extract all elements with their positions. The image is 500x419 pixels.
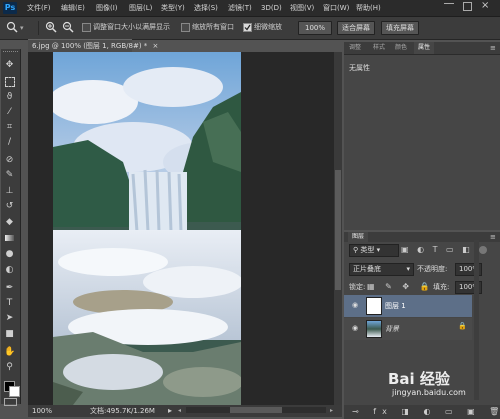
lock-label: 锁定: [349, 283, 366, 291]
horizontal-scroll-thumb[interactable] [230, 407, 282, 413]
toolbar-grip[interactable] [3, 51, 18, 54]
brush-tool-icon[interactable]: ✎ [4, 170, 15, 181]
background-layer-name[interactable]: 背景 [385, 324, 399, 334]
maximize-icon[interactable] [463, 2, 472, 11]
path-select-icon[interactable]: ➤ [4, 313, 15, 324]
quick-mask-icon[interactable] [4, 398, 17, 406]
vertical-scroll-thumb[interactable] [335, 170, 341, 290]
eyedropper-icon[interactable]: / [4, 137, 15, 148]
history-brush-icon[interactable]: ↺ [4, 201, 15, 212]
tab-adjustments[interactable]: 调整 [347, 42, 363, 54]
layers-footer-icons[interactable]: ⊸ fx ◨ ◐ ▭ ▣ 🗑 [352, 407, 500, 417]
layer-filter-dropdown[interactable]: ⚲ 类型 ▾ [349, 244, 399, 257]
zoom-all-checkbox[interactable] [181, 23, 190, 32]
move-tool-icon[interactable]: ✥ [4, 60, 15, 71]
opacity-label: 不透明度: [417, 265, 448, 273]
lock-icons[interactable]: ▦ ✎ ✥ 🔒 [367, 281, 434, 293]
zoom-icon[interactable] [6, 21, 18, 35]
close-icon[interactable]: × [153, 42, 159, 50]
lock-icon: 🔒 [458, 322, 467, 330]
eye-icon[interactable]: ◉ [352, 301, 358, 309]
layer-filter-value: 类型 [360, 246, 375, 254]
menu-layer[interactable]: 图层(L) [129, 2, 152, 14]
layers-panel-menu-icon[interactable]: ≡ [490, 233, 496, 241]
scroll-left-icon[interactable]: ◂ [178, 407, 182, 414]
blur-icon[interactable]: ● [4, 249, 15, 260]
healing-brush-icon[interactable]: ⊘ [4, 155, 15, 166]
lasso-tool-icon[interactable]: ϑ [4, 92, 15, 103]
status-doc-size: 文档:495.7K/1.26M [90, 407, 155, 415]
scroll-right-icon[interactable]: ▸ [330, 407, 334, 414]
menu-edit[interactable]: 编辑(E) [61, 2, 85, 14]
hand-tool-icon[interactable]: ✋ [4, 347, 15, 358]
zoom-tool-icon[interactable]: ⚲ [4, 362, 15, 373]
fit-screen-button[interactable]: 适合屏幕 [337, 21, 375, 35]
fill-screen-button[interactable]: 填充屏幕 [381, 21, 419, 35]
menu-image[interactable]: 图像(I) [96, 2, 118, 14]
tool-preset-arrow[interactable]: ▾ [20, 24, 24, 33]
fill-label: 填充: [433, 283, 450, 291]
marquee-tool-icon[interactable] [4, 76, 15, 87]
menu-3d[interactable]: 3D(D) [261, 2, 282, 14]
watermark-logo: Bai 经验 [388, 370, 450, 388]
zoom-out-icon[interactable] [62, 21, 74, 35]
tab-color[interactable]: 颜色 [393, 42, 409, 54]
tab-styles[interactable]: 样式 [371, 42, 387, 54]
document-tab[interactable]: 6.jpg @ 100% (图层 1, RGB/8#) * × [28, 39, 158, 53]
document-tab-title: 6.jpg @ 100% (图层 1, RGB/8#) * [32, 42, 148, 50]
panel-menu-icon[interactable]: ≡ [490, 44, 496, 52]
background-color-swatch[interactable] [9, 386, 20, 397]
tab-layers[interactable]: 图层 [348, 232, 368, 242]
menu-view[interactable]: 视图(V) [290, 2, 314, 14]
status-zoom[interactable]: 100% [32, 406, 52, 416]
properties-content: 无属性 [349, 64, 370, 72]
actual-pixels-button[interactable]: 100% [298, 21, 332, 35]
status-arrow-icon[interactable]: ▸ [168, 405, 172, 416]
menu-file[interactable]: 文件(F) [27, 2, 51, 14]
tab-properties[interactable]: 属性 [414, 42, 434, 54]
close-icon[interactable]: × [481, 0, 489, 12]
scrubby-zoom-label: 细微缩放 [254, 23, 282, 31]
zoom-all-label: 缩放所有窗口 [192, 23, 234, 31]
layers-scrollbar[interactable] [474, 240, 479, 400]
layer1-name[interactable]: 图层 1 [385, 301, 406, 311]
layer1-thumbnail [366, 297, 382, 315]
pen-tool-icon[interactable]: ✒ [4, 283, 15, 294]
layer-row-background[interactable] [344, 318, 472, 340]
waterfall-image [53, 52, 241, 405]
menu-window[interactable]: 窗口(W) [323, 2, 349, 14]
layer-filter-icons[interactable]: ▣ ◐ T ▭ ◧ [401, 244, 473, 255]
watermark-url: jingyan.baidu.com [392, 388, 466, 397]
menu-select[interactable]: 选择(S) [194, 2, 218, 14]
layer-row-layer1[interactable] [344, 295, 472, 317]
document-canvas[interactable] [53, 52, 241, 405]
background-thumbnail [366, 320, 382, 338]
blend-mode-value: 正片叠底 [353, 265, 381, 273]
eraser-icon[interactable]: ◆ [4, 217, 15, 228]
menu-help[interactable]: 帮助(H) [356, 2, 381, 14]
shape-tool-icon[interactable]: ■ [4, 329, 15, 340]
type-tool-icon[interactable]: T [4, 298, 15, 309]
app-logo: Ps [3, 2, 17, 14]
filter-toggle-icon[interactable] [479, 246, 487, 254]
blend-mode-dropdown[interactable]: 正片叠底 ▾ [349, 263, 414, 276]
zoom-in-icon[interactable] [45, 21, 57, 35]
gradient-icon[interactable] [4, 233, 15, 244]
crop-tool-icon[interactable]: ⌗ [4, 122, 15, 133]
magic-wand-icon[interactable]: ⁄ [4, 107, 15, 118]
menu-type[interactable]: 类型(Y) [161, 2, 185, 14]
clone-stamp-icon[interactable]: ⊥ [4, 186, 15, 197]
menu-filter[interactable]: 滤镜(T) [228, 2, 252, 14]
eye-icon[interactable]: ◉ [352, 324, 358, 332]
minimize-icon[interactable] [444, 3, 454, 4]
separator [38, 21, 39, 35]
scrubby-zoom-checkbox[interactable] [243, 23, 252, 32]
resize-windows-checkbox[interactable] [82, 23, 91, 32]
dodge-icon[interactable]: ◐ [4, 265, 15, 276]
resize-windows-label: 调整窗口大小以满屏显示 [93, 23, 170, 31]
